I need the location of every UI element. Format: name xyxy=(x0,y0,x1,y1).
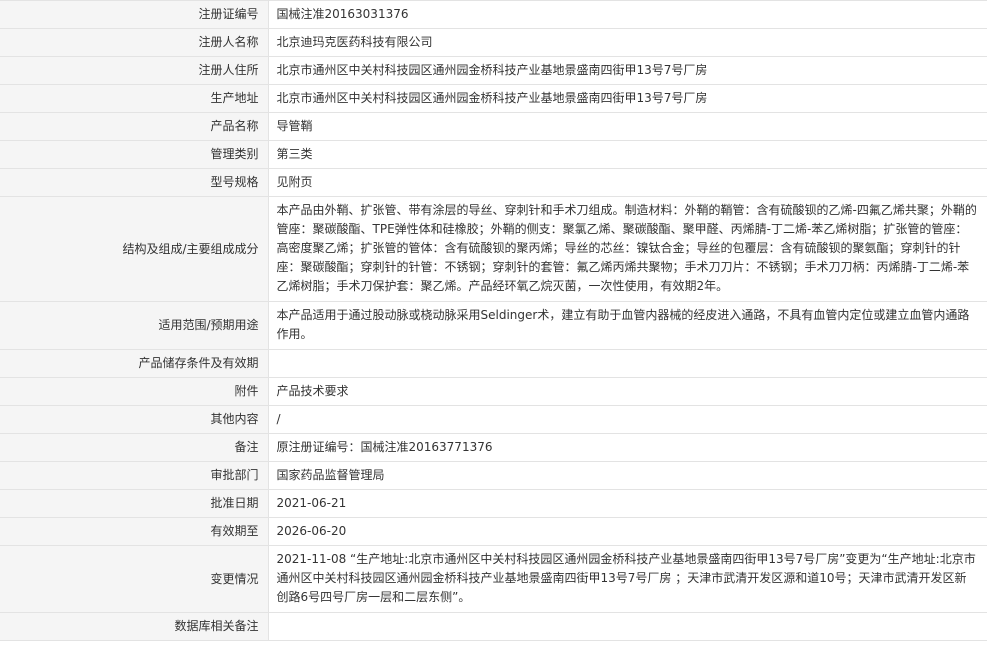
table-row: 注册人住所 北京市通州区中关村科技园区通州园金桥科技产业基地景盛南四街甲13号7… xyxy=(0,56,987,85)
field-label: 管理类别 xyxy=(0,140,269,169)
field-label: 注册人住所 xyxy=(0,56,269,85)
table-row: 备注 原注册证编号：国械注准20163771376 xyxy=(0,433,987,462)
field-value-approval-department: 国家药品监督管理局 xyxy=(268,461,987,490)
field-value-expiry-date: 2026-06-20 xyxy=(268,517,987,546)
field-label: 有效期至 xyxy=(0,517,269,546)
field-label: 结构及组成/主要组成成分 xyxy=(0,196,269,302)
field-label: 附件 xyxy=(0,377,269,406)
field-label: 型号规格 xyxy=(0,168,269,197)
table-row: 审批部门 国家药品监督管理局 xyxy=(0,461,987,490)
field-value-model-spec: 见附页 xyxy=(268,168,987,197)
field-label: 适用范围/预期用途 xyxy=(0,301,269,350)
table-row: 数据库相关备注 xyxy=(0,612,987,641)
field-value-database-notes xyxy=(268,612,987,641)
field-label: 产品储存条件及有效期 xyxy=(0,349,269,378)
field-value-attachment: 产品技术要求 xyxy=(268,377,987,406)
table-row: 有效期至 2026-06-20 xyxy=(0,517,987,546)
field-value-structure-composition: 本产品由外鞘、扩张管、带有涂层的导丝、穿刺针和手术刀组成。制造材料：外鞘的鞘管：… xyxy=(268,196,987,302)
table-row: 产品名称 导管鞘 xyxy=(0,112,987,141)
field-label: 注册证编号 xyxy=(0,0,269,29)
registration-record-table: 注册证编号 国械注准20163031376 注册人名称 北京迪玛克医药科技有限公… xyxy=(0,0,987,641)
table-row: 附件 产品技术要求 xyxy=(0,377,987,406)
field-value-registrant-name: 北京迪玛克医药科技有限公司 xyxy=(268,28,987,57)
field-value-management-category: 第三类 xyxy=(268,140,987,169)
field-label: 数据库相关备注 xyxy=(0,612,269,641)
field-label: 变更情况 xyxy=(0,545,269,613)
field-value-production-address: 北京市通州区中关村科技园区通州园金桥科技产业基地景盛南四街甲13号7号厂房 xyxy=(268,84,987,113)
field-label: 注册人名称 xyxy=(0,28,269,57)
table-row: 批准日期 2021-06-21 xyxy=(0,489,987,518)
table-row: 注册证编号 国械注准20163031376 xyxy=(0,0,987,29)
table-row: 适用范围/预期用途 本产品适用于通过股动脉或桡动脉采用Seldinger术，建立… xyxy=(0,301,987,350)
table-row: 生产地址 北京市通州区中关村科技园区通州园金桥科技产业基地景盛南四街甲13号7号… xyxy=(0,84,987,113)
field-label: 产品名称 xyxy=(0,112,269,141)
table-row: 其他内容 / xyxy=(0,405,987,434)
field-value-registrant-address: 北京市通州区中关村科技园区通州园金桥科技产业基地景盛南四街甲13号7号厂房 xyxy=(268,56,987,85)
field-value-intended-use: 本产品适用于通过股动脉或桡动脉采用Seldinger术，建立有助于血管内器械的经… xyxy=(268,301,987,350)
field-label: 批准日期 xyxy=(0,489,269,518)
field-label: 审批部门 xyxy=(0,461,269,490)
table-row: 管理类别 第三类 xyxy=(0,140,987,169)
field-value-approval-date: 2021-06-21 xyxy=(268,489,987,518)
field-value-registration-number: 国械注准20163031376 xyxy=(268,0,987,29)
field-value-remarks: 原注册证编号：国械注准20163771376 xyxy=(268,433,987,462)
field-value-product-name: 导管鞘 xyxy=(268,112,987,141)
table-row: 型号规格 见附页 xyxy=(0,168,987,197)
field-value-other-content: / xyxy=(268,405,987,434)
field-label: 其他内容 xyxy=(0,405,269,434)
table-row: 注册人名称 北京迪玛克医药科技有限公司 xyxy=(0,28,987,57)
field-label: 备注 xyxy=(0,433,269,462)
table-row: 变更情况 2021-11-08 “生产地址:北京市通州区中关村科技园区通州园金桥… xyxy=(0,545,987,613)
field-value-storage-conditions xyxy=(268,349,987,378)
table-row: 结构及组成/主要组成成分 本产品由外鞘、扩张管、带有涂层的导丝、穿刺针和手术刀组… xyxy=(0,196,987,302)
field-value-change-history: 2021-11-08 “生产地址:北京市通州区中关村科技园区通州园金桥科技产业基… xyxy=(268,545,987,613)
table-row: 产品储存条件及有效期 xyxy=(0,349,987,378)
field-label: 生产地址 xyxy=(0,84,269,113)
